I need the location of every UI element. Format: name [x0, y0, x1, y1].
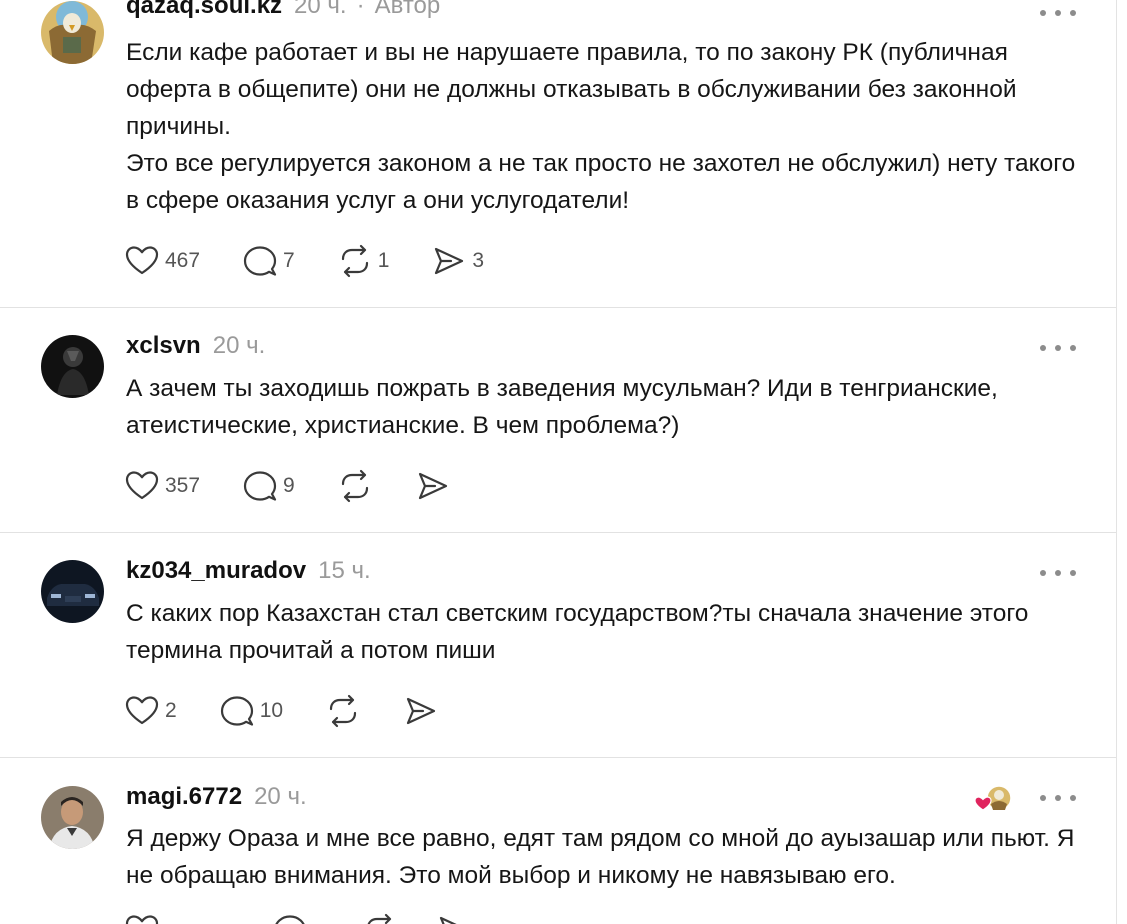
dot-icon [1070, 795, 1076, 801]
comment-icon [243, 246, 277, 276]
post-text-paragraph: С каких пор Казахстан стал светским госу… [126, 600, 1029, 664]
reply-button[interactable] [272, 912, 308, 924]
repost-button[interactable] [362, 912, 398, 924]
username[interactable]: magi.6772 [126, 783, 242, 811]
heart-icon [125, 471, 159, 500]
heart-icon [125, 696, 159, 725]
divider [0, 532, 1117, 533]
post-text-paragraph: Это все регулируется законом а не так пр… [126, 150, 1076, 214]
reply-count: 7 [283, 249, 295, 272]
username[interactable]: qazaq.soul.kz [126, 0, 282, 20]
post-time[interactable]: 15 ч. [318, 557, 371, 585]
dot-icon [1055, 345, 1061, 351]
man-portrait-avatar [41, 786, 104, 849]
post-text: А зачем ты заходишь пожрать в заведения … [126, 370, 1086, 444]
share-count: 3 [472, 249, 485, 272]
like-button[interactable]: 357 [124, 468, 200, 504]
post-actions: 467 7 1 3 [124, 241, 484, 281]
more-options-button[interactable] [1040, 567, 1076, 579]
share-button[interactable]: 3 [431, 243, 484, 279]
avatar[interactable] [41, 1, 104, 64]
send-icon [435, 247, 464, 275]
like-button[interactable]: 2 [124, 693, 177, 729]
post-text-paragraph: А зачем ты заходишь пожрать в заведения … [126, 375, 998, 439]
dot-icon [1055, 570, 1061, 576]
post-time[interactable]: 20 ч. [254, 783, 307, 811]
post-time[interactable]: 20 ч. [294, 0, 347, 20]
send-icon [439, 916, 457, 924]
repost-icon [341, 469, 368, 503]
dark-figure-avatar [41, 335, 104, 398]
share-button[interactable] [403, 693, 439, 729]
more-options-button[interactable] [1040, 342, 1076, 354]
share-button[interactable] [436, 912, 472, 924]
username[interactable]: kz034_muradov [126, 557, 306, 585]
like-button[interactable]: 467 [124, 243, 200, 279]
divider [0, 307, 1117, 308]
dot-icon [1040, 570, 1046, 576]
heart-icon [125, 915, 159, 924]
comment-icon [220, 696, 253, 726]
more-options-button[interactable] [1040, 792, 1076, 804]
post-time[interactable]: 20 ч. [213, 332, 266, 360]
dot-icon [1040, 10, 1046, 16]
avatar[interactable] [41, 786, 104, 849]
avatar[interactable] [41, 560, 104, 623]
comment-icon [243, 471, 277, 501]
post-actions: 357 9 [124, 466, 451, 506]
dot-icon [1070, 345, 1076, 351]
reply-count: 9 [283, 474, 295, 497]
eagle-warrior-avatar [41, 1, 104, 64]
post-text-paragraph: Если кафе работает и вы не нарушаете пра… [126, 39, 1017, 140]
post-actions [124, 910, 472, 924]
send-icon [418, 472, 447, 500]
post-text: С каких пор Казахстан стал светским госу… [126, 595, 1086, 669]
heart-icon [125, 246, 159, 275]
car-avatar [41, 560, 104, 623]
repost-icon [367, 913, 392, 924]
comment-icon [275, 915, 305, 924]
reply-button[interactable]: 9 [242, 468, 295, 504]
repost-icon [341, 244, 368, 278]
post-header: magi.6772 20 ч. [126, 783, 307, 811]
send-icon [406, 697, 436, 725]
liked-by-author-icon [974, 785, 1012, 811]
avatar[interactable] [41, 335, 104, 398]
dot-icon [1055, 10, 1061, 16]
more-options-button[interactable] [1040, 7, 1076, 19]
dot-icon [1055, 795, 1061, 801]
dot-icon [1040, 795, 1046, 801]
divider [0, 757, 1117, 758]
post-actions: 2 10 [124, 691, 439, 731]
like-button[interactable] [124, 912, 160, 924]
post-text: Если кафе работает и вы не нарушаете пра… [126, 34, 1086, 219]
author-tag: Автор [374, 0, 441, 19]
post-header: xclsvn 20 ч. [126, 332, 265, 360]
separator: · [356, 0, 365, 19]
post-text-paragraph: Я держу Ораза и мне все равно, едят там … [126, 825, 1075, 889]
like-count: 2 [165, 699, 177, 722]
dot-icon [1040, 345, 1046, 351]
username[interactable]: xclsvn [126, 332, 201, 360]
share-button[interactable] [415, 468, 451, 504]
reply-button[interactable]: 7 [242, 243, 295, 279]
dot-icon [1070, 10, 1076, 16]
like-count: 467 [165, 249, 201, 272]
repost-button[interactable] [337, 468, 373, 504]
repost-icon [329, 694, 357, 728]
repost-button[interactable]: 1 [337, 243, 390, 279]
comment-feed: qazaq.soul.kz 20 ч. · Автор Если кафе ра… [0, 0, 1127, 924]
repost-count: 1 [377, 249, 390, 272]
dot-icon [1070, 570, 1076, 576]
feed-right-border [1116, 0, 1117, 924]
post-header: kz034_muradov 15 ч. [126, 557, 371, 585]
repost-button[interactable] [325, 693, 361, 729]
reply-button[interactable]: 10 [219, 693, 283, 729]
author-liked-indicator [974, 784, 1014, 814]
post-header: qazaq.soul.kz 20 ч. · Автор [126, 0, 440, 20]
post-text: Я держу Ораза и мне все равно, едят там … [126, 820, 1086, 894]
like-count: 357 [165, 474, 201, 497]
reply-count: 10 [259, 699, 284, 722]
